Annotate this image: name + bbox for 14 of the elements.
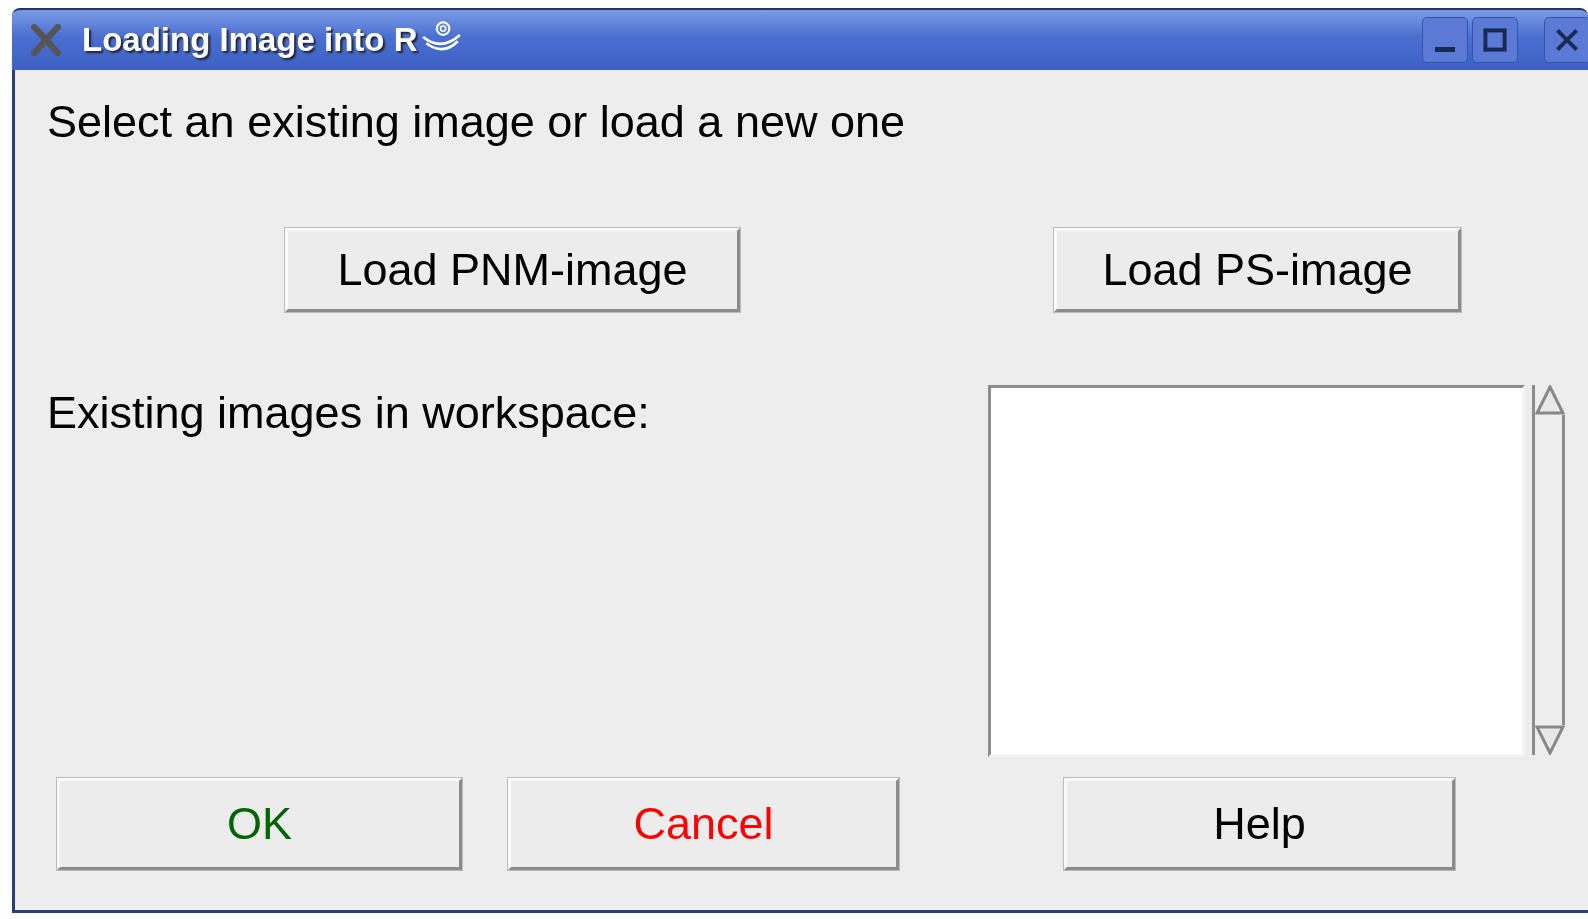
window-title: Loading Image into R bbox=[82, 21, 418, 59]
load-button[interactable]: Load PS-image bbox=[1054, 228, 1461, 312]
list-label: Existing images in workspace: bbox=[47, 387, 651, 439]
minimize-button[interactable] bbox=[1422, 17, 1468, 63]
close-button[interactable] bbox=[1544, 17, 1588, 63]
dialog-button[interactable]: Help bbox=[1064, 778, 1455, 870]
scroll-down-icon[interactable] bbox=[1535, 725, 1565, 755]
load-button[interactable]: Load PNM-image bbox=[285, 228, 740, 312]
dialog-button[interactable]: OK bbox=[57, 778, 462, 870]
scroll-up-icon[interactable] bbox=[1535, 385, 1565, 415]
x-logo-icon bbox=[30, 24, 62, 56]
maximize-button[interactable] bbox=[1472, 17, 1518, 63]
minimize-icon bbox=[1435, 47, 1455, 52]
prompt-text: Select an existing image or load a new one bbox=[47, 95, 907, 149]
